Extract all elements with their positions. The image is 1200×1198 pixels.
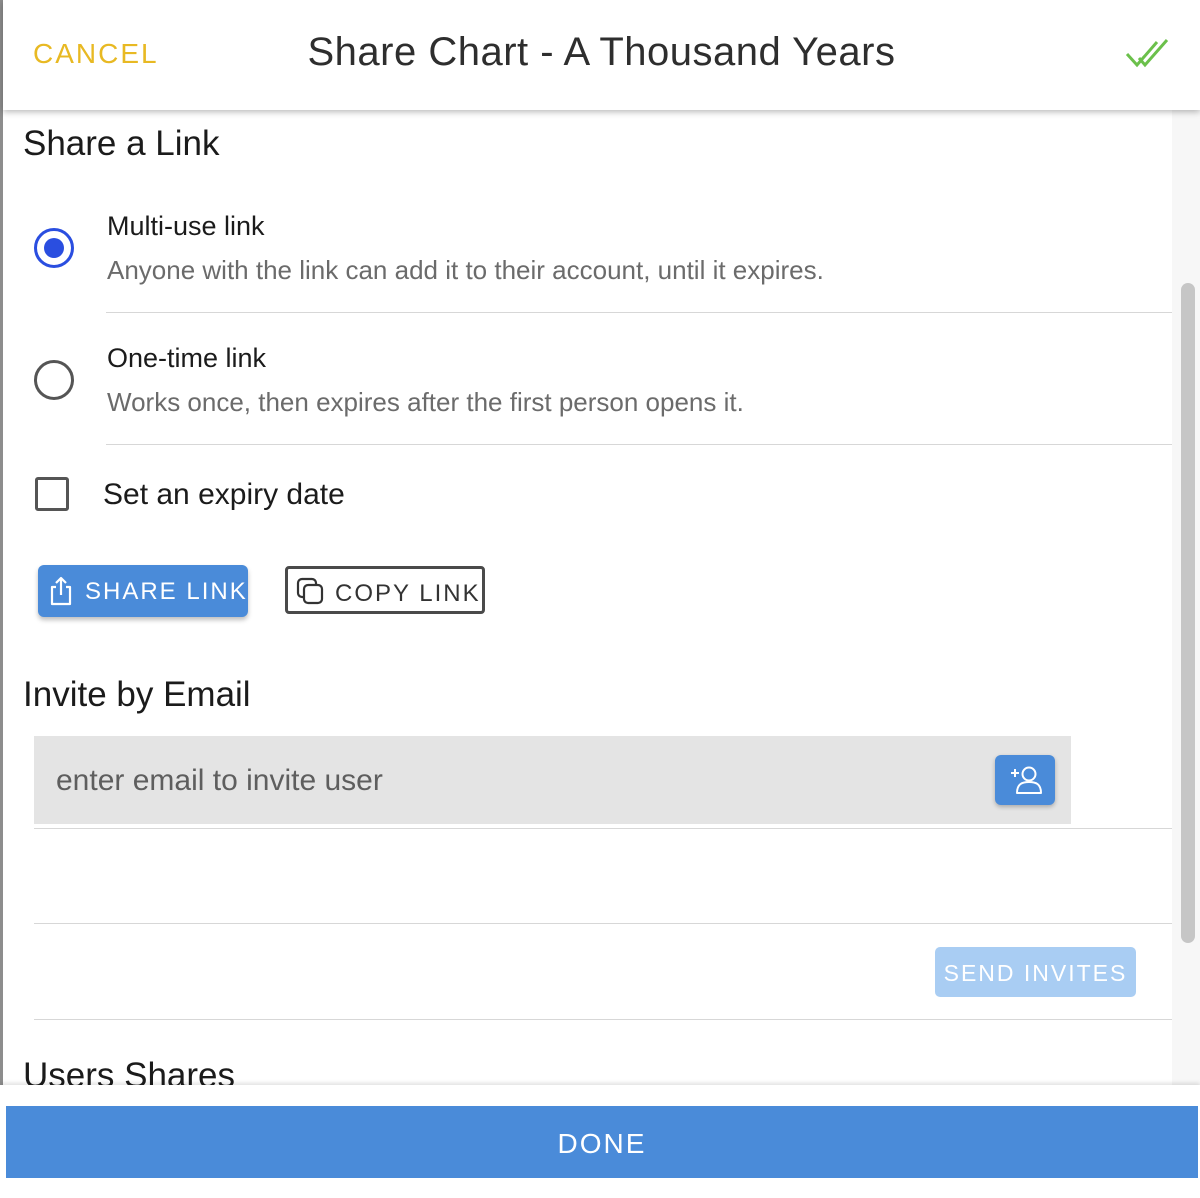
one-time-radio[interactable]	[34, 360, 74, 400]
expiry-checkbox[interactable]	[35, 477, 69, 511]
share-link-label: SHARE LINK	[85, 578, 248, 605]
share-icon	[50, 576, 72, 606]
add-user-button[interactable]	[995, 755, 1055, 805]
copy-link-label: COPY LINK	[335, 580, 481, 607]
divider	[106, 312, 1172, 313]
one-time-description: Works once, then expires after the first…	[107, 387, 744, 417]
expiry-label: Set an expiry date	[103, 478, 345, 511]
email-input[interactable]	[54, 758, 958, 804]
divider	[34, 923, 1172, 924]
share-link-button[interactable]: SHARE LINK	[38, 565, 248, 617]
dialog-title: Share Chart - A Thousand Years	[307, 30, 896, 74]
one-time-label: One-time link	[107, 343, 267, 373]
send-invites-button[interactable]: SEND INVITES	[935, 947, 1136, 997]
multi-use-description: Anyone with the link can add it to their…	[107, 255, 824, 285]
copy-link-button[interactable]: COPY LINK	[285, 566, 485, 614]
invite-heading: Invite by Email	[23, 675, 251, 714]
email-field-container	[34, 736, 1071, 824]
copy-icon	[296, 577, 324, 605]
dialog-header: CANCEL Share Chart - A Thousand Years	[3, 0, 1200, 110]
add-user-icon	[1011, 766, 1042, 794]
divider	[34, 1019, 1172, 1020]
multi-use-radio[interactable]	[34, 228, 74, 268]
double-check-icon[interactable]	[1123, 36, 1173, 72]
scrollbar-thumb[interactable]	[1181, 283, 1195, 943]
divider	[106, 444, 1172, 445]
done-button[interactable]: DONE	[6, 1106, 1198, 1178]
multi-use-label: Multi-use link	[107, 211, 265, 241]
background-edge	[0, 0, 3, 1198]
share-link-heading: Share a Link	[23, 124, 220, 163]
divider	[34, 828, 1172, 829]
